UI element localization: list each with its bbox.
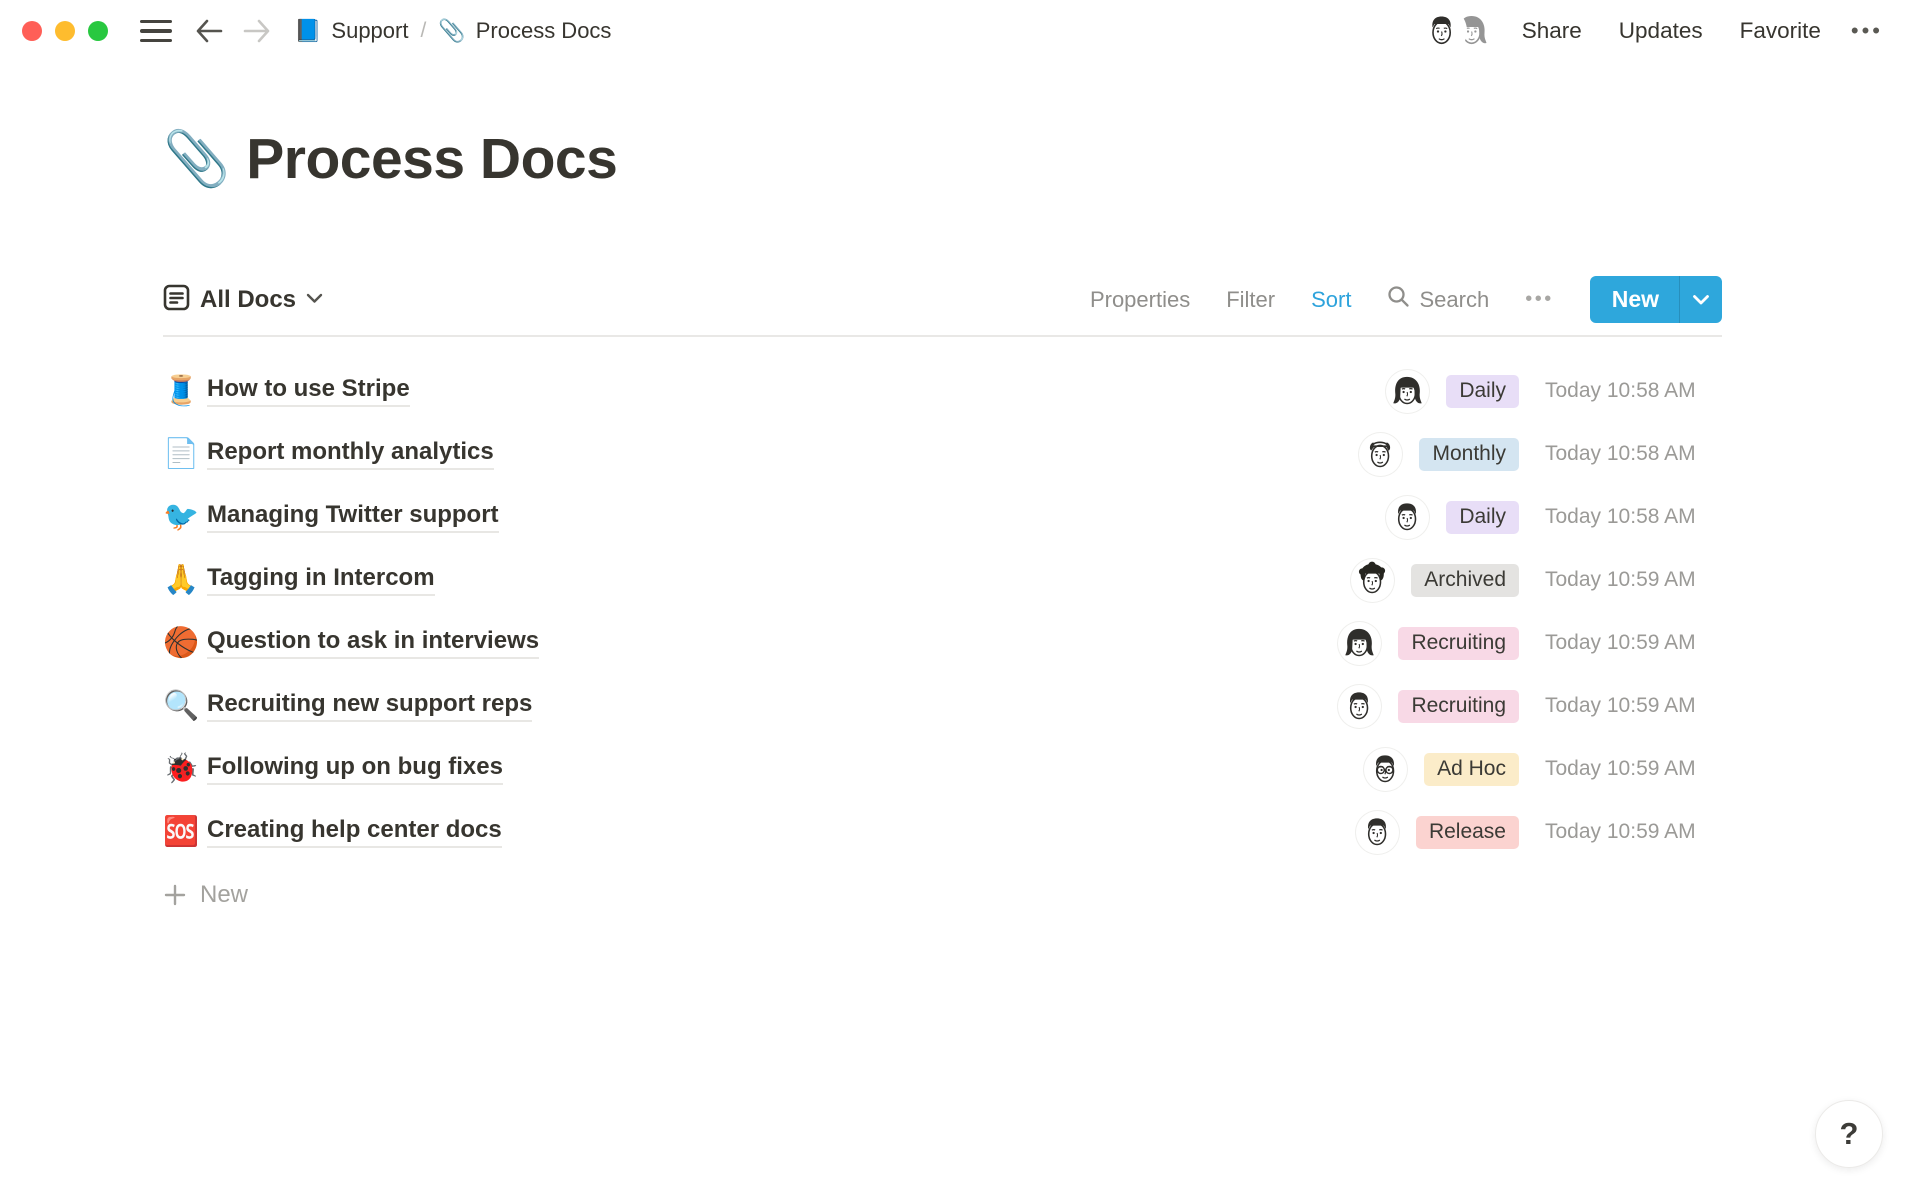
- new-button-chevron-down-icon[interactable]: [1679, 276, 1722, 323]
- doc-emoji-icon: 🐦: [163, 503, 207, 532]
- tag-badge: Recruiting: [1398, 690, 1519, 723]
- edited-timestamp: Today 10:59 AM: [1545, 820, 1722, 844]
- doc-title-link[interactable]: Recruiting new support reps: [207, 690, 532, 722]
- doc-emoji-icon: 📄: [163, 440, 207, 469]
- edited-timestamp: Today 10:59 AM: [1545, 568, 1722, 592]
- edited-timestamp: Today 10:59 AM: [1545, 694, 1722, 718]
- new-button-label: New: [1590, 276, 1679, 323]
- edited-timestamp: Today 10:58 AM: [1545, 505, 1722, 529]
- breadcrumb-separator: /: [420, 19, 426, 43]
- blue-book-icon: 📘: [294, 18, 321, 44]
- doc-emoji-icon: 🏀: [163, 629, 207, 658]
- back-arrow-icon[interactable]: [194, 18, 224, 44]
- add-new-row-button[interactable]: New: [163, 864, 1722, 927]
- table-row[interactable]: 🆘 Creating help center docs Release Toda…: [163, 801, 1722, 864]
- search-icon: [1387, 285, 1410, 314]
- share-button[interactable]: Share: [1522, 18, 1582, 44]
- tag-badge: Ad Hoc: [1424, 753, 1519, 786]
- doc-title-link[interactable]: Question to ask in interviews: [207, 627, 539, 659]
- more-options-icon[interactable]: •••: [1851, 18, 1883, 44]
- avatar: [1338, 685, 1381, 728]
- avatar[interactable]: [1420, 9, 1464, 53]
- document-list: 🧵 How to use Stripe Daily Today 10:58 AM…: [163, 337, 1722, 864]
- edited-timestamp: Today 10:59 AM: [1545, 631, 1722, 655]
- breadcrumb-label: Process Docs: [476, 18, 612, 44]
- collaborator-avatars: [1420, 9, 1494, 53]
- breadcrumb-label: Support: [331, 18, 408, 44]
- page-body: 📎 Process Docs All Docs Properties Filte…: [0, 124, 1920, 927]
- avatar: [1356, 811, 1399, 854]
- doc-emoji-icon: 🧵: [163, 377, 207, 406]
- current-view-name: All Docs: [200, 286, 296, 314]
- breadcrumb-item-process-docs[interactable]: 📎 Process Docs: [438, 18, 611, 44]
- avatar: [1364, 748, 1407, 791]
- filter-button[interactable]: Filter: [1226, 287, 1275, 313]
- table-row[interactable]: 🧵 How to use Stripe Daily Today 10:58 AM: [163, 360, 1722, 423]
- properties-button[interactable]: Properties: [1090, 287, 1190, 313]
- close-window-button[interactable]: [22, 21, 42, 41]
- doc-title-link[interactable]: Creating help center docs: [207, 816, 502, 848]
- view-switcher[interactable]: All Docs: [163, 284, 323, 316]
- database-toolbar: All Docs Properties Filter Sort Search •…: [163, 276, 1722, 323]
- tag-badge: Recruiting: [1398, 627, 1519, 660]
- toolbar-more-icon[interactable]: •••: [1525, 288, 1554, 311]
- table-row[interactable]: 📄 Report monthly analytics Monthly Today…: [163, 423, 1722, 486]
- table-row[interactable]: 🔍 Recruiting new support reps Recruiting…: [163, 675, 1722, 738]
- tag-badge: Monthly: [1419, 438, 1519, 471]
- window-titlebar: 📘 Support / 📎 Process Docs Share Updates…: [0, 0, 1920, 62]
- forward-arrow-icon[interactable]: [242, 18, 272, 44]
- avatar: [1386, 370, 1429, 413]
- avatar: [1386, 496, 1429, 539]
- doc-title-link[interactable]: Following up on bug fixes: [207, 753, 503, 785]
- edited-timestamp: Today 10:58 AM: [1545, 379, 1722, 403]
- tag-badge: Daily: [1446, 375, 1519, 408]
- tag-badge: Daily: [1446, 501, 1519, 534]
- search-label: Search: [1419, 287, 1489, 313]
- traffic-lights: [22, 21, 108, 41]
- doc-title-link[interactable]: Managing Twitter support: [207, 501, 499, 533]
- breadcrumb: 📘 Support / 📎 Process Docs: [294, 18, 611, 44]
- search-button[interactable]: Search: [1387, 285, 1489, 314]
- page-icon-paperclip[interactable]: 📎: [163, 132, 230, 186]
- add-new-row-label: New: [200, 881, 248, 909]
- doc-title-link[interactable]: Report monthly analytics: [207, 438, 494, 470]
- plus-icon: [163, 883, 187, 907]
- minimize-window-button[interactable]: [55, 21, 75, 41]
- sidebar-menu-icon[interactable]: [140, 20, 172, 43]
- help-button[interactable]: ?: [1815, 1100, 1883, 1168]
- doc-emoji-icon: 🔍: [163, 692, 207, 721]
- table-row[interactable]: 🐦 Managing Twitter support Daily Today 1…: [163, 486, 1722, 549]
- favorite-button[interactable]: Favorite: [1740, 18, 1821, 44]
- avatar: [1338, 622, 1381, 665]
- table-view-icon: [163, 284, 190, 316]
- table-row[interactable]: 🏀 Question to ask in interviews Recruiti…: [163, 612, 1722, 675]
- chevron-down-icon: [306, 291, 323, 309]
- doc-title-link[interactable]: How to use Stripe: [207, 375, 410, 407]
- table-row[interactable]: 🐞 Following up on bug fixes Ad Hoc Today…: [163, 738, 1722, 801]
- doc-emoji-icon: 🆘: [163, 818, 207, 847]
- table-row[interactable]: 🙏 Tagging in Intercom Archived Today 10:…: [163, 549, 1722, 612]
- sort-button[interactable]: Sort: [1311, 287, 1351, 313]
- breadcrumb-item-support[interactable]: 📘 Support: [294, 18, 408, 44]
- new-button[interactable]: New: [1590, 276, 1722, 323]
- doc-emoji-icon: 🙏: [163, 566, 207, 595]
- avatar: [1359, 433, 1402, 476]
- doc-emoji-icon: 🐞: [163, 755, 207, 784]
- paperclip-icon: 📎: [438, 18, 465, 44]
- edited-timestamp: Today 10:58 AM: [1545, 442, 1722, 466]
- edited-timestamp: Today 10:59 AM: [1545, 757, 1722, 781]
- zoom-window-button[interactable]: [88, 21, 108, 41]
- tag-badge: Release: [1416, 816, 1519, 849]
- updates-button[interactable]: Updates: [1619, 18, 1703, 44]
- doc-title-link[interactable]: Tagging in Intercom: [207, 564, 435, 596]
- page-title: Process Docs: [246, 126, 617, 192]
- avatar: [1351, 559, 1394, 602]
- tag-badge: Archived: [1411, 564, 1519, 597]
